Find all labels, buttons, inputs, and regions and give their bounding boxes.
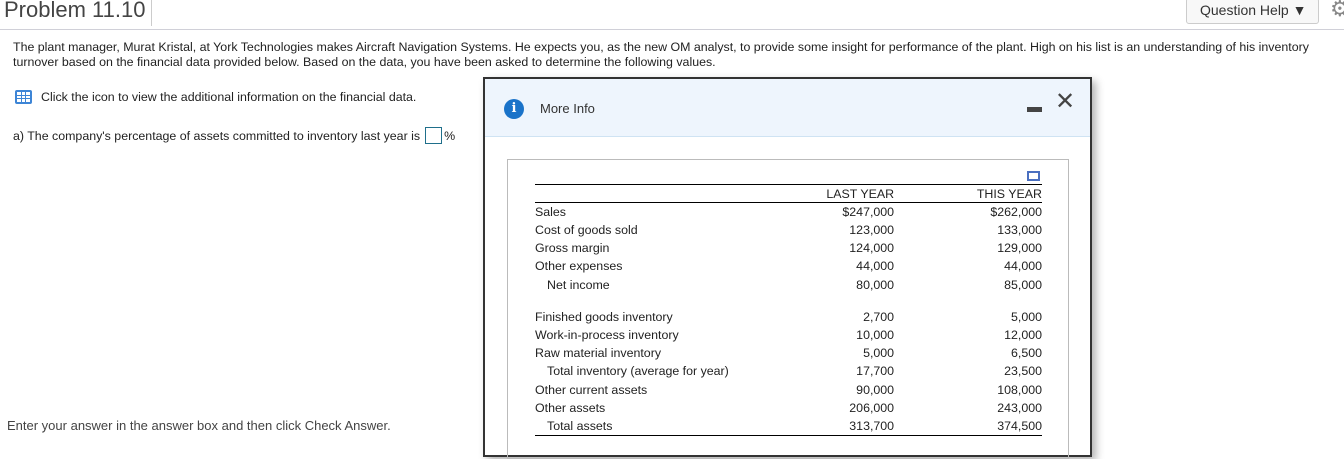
table-label: Sales	[535, 205, 566, 219]
question-a-text: a) The company's percentage of assets co…	[13, 128, 421, 143]
table-row: Gross margin 124,000 129,000	[535, 239, 1042, 257]
table-value: 108,000	[997, 382, 1042, 397]
minimize-button[interactable]	[1027, 107, 1042, 112]
dialog-title: More Info	[540, 101, 595, 116]
table-row: Net income 80,000 85,000	[535, 276, 1042, 294]
dialog-header: i More Info ✕	[485, 79, 1090, 137]
info-icon: i	[504, 99, 524, 119]
answer-input[interactable]	[425, 127, 443, 144]
table-value: 5,000	[863, 346, 895, 361]
table-value: 17,700	[856, 364, 895, 379]
table-value: 10,000	[856, 328, 895, 343]
table-value: 243,000	[997, 400, 1042, 415]
table-label: Work-in-process inventory	[535, 328, 679, 343]
popout-icon[interactable]	[1027, 171, 1040, 181]
table-row: Total assets 313,700 374,500	[535, 416, 1042, 436]
table-label: Raw material inventory	[535, 346, 662, 361]
table-label: Other current assets	[535, 382, 648, 397]
financial-table: LAST YEAR THIS YEAR Sales $247,000 $262,00…	[535, 184, 1042, 436]
more-info-dialog: i More Info ✕ LAST YEAR THIS YEAR Sales $…	[483, 77, 1092, 459]
table-value: 313,700	[769, 416, 895, 436]
table-value: 12,000	[1004, 328, 1042, 343]
spacer-row	[535, 294, 1042, 308]
table-value: 80,000	[856, 277, 895, 292]
column-header	[535, 184, 770, 203]
table-value: 5,000	[1010, 309, 1042, 324]
close-button[interactable]: ✕	[1055, 87, 1075, 116]
table-row: Cost of goods sold 123,000 133,000	[535, 221, 1042, 239]
table-label: Net income	[547, 277, 610, 292]
table-row: Other assets 206,000 243,000	[535, 399, 1042, 417]
table-row: Finished goods inventory 2,700 5,000	[535, 308, 1042, 326]
info-line-text: Click the icon to view the additional in…	[41, 90, 417, 104]
column-header: THIS YEAR	[894, 184, 1042, 203]
table-label: Other expenses	[535, 259, 623, 274]
table-value: 206,000	[849, 400, 895, 415]
table-row: Other current assets 90,000 108,000	[535, 381, 1042, 399]
table-value: $247,000	[842, 205, 895, 219]
table-icon[interactable]	[15, 90, 32, 104]
table-value: 23,500	[1004, 364, 1042, 379]
problem-intro: The plant manager, Murat Kristal, at Yor…	[13, 40, 1309, 69]
table-value: 124,000	[849, 241, 895, 256]
instructions: Enter your answer in the answer box and …	[7, 418, 391, 433]
table-value: 129,000	[997, 241, 1042, 256]
unit-label: %	[444, 128, 456, 143]
table-row: Work-in-process inventory 10,000 12,000	[535, 326, 1042, 344]
question-help-button[interactable]: Question Help ▼	[1186, 0, 1319, 24]
table-value: 123,000	[849, 223, 895, 238]
question-a: a) The company's percentage of assets co…	[13, 127, 455, 144]
info-line: Click the icon to view the additional in…	[15, 90, 416, 104]
table-value: 44,000	[856, 259, 895, 274]
divider	[0, 29, 1344, 30]
gear-icon[interactable]: ⚙	[1330, 0, 1344, 22]
table-label: Finished goods inventory	[535, 309, 673, 324]
table-label: Cost of goods sold	[535, 223, 638, 238]
table-label: Other assets	[535, 400, 606, 415]
table-value: 133,000	[997, 223, 1042, 238]
page-title: Problem 11.10	[4, 0, 153, 26]
table-value: $262,000	[990, 205, 1042, 219]
table-row: Sales $247,000 $262,000	[535, 203, 1042, 222]
table-row: Raw material inventory 5,000 6,500	[535, 344, 1042, 362]
table-row: Other expenses 44,000 44,000	[535, 257, 1042, 275]
table-value: 44,000	[1004, 259, 1042, 274]
table-value: 6,500	[1010, 346, 1042, 361]
column-header: LAST YEAR	[769, 184, 895, 203]
table-label: Total inventory (average for year)	[547, 364, 729, 379]
table-label: Total assets	[535, 416, 770, 436]
table-label: Gross margin	[535, 241, 610, 256]
table-value: 90,000	[856, 382, 895, 397]
table-value: 374,500	[894, 416, 1042, 436]
financial-table-container: LAST YEAR THIS YEAR Sales $247,000 $262,00…	[507, 159, 1069, 459]
table-row: Total inventory (average for year) 17,700…	[535, 362, 1042, 380]
table-value: 85,000	[1004, 277, 1042, 292]
table-value: 2,700	[863, 309, 895, 324]
